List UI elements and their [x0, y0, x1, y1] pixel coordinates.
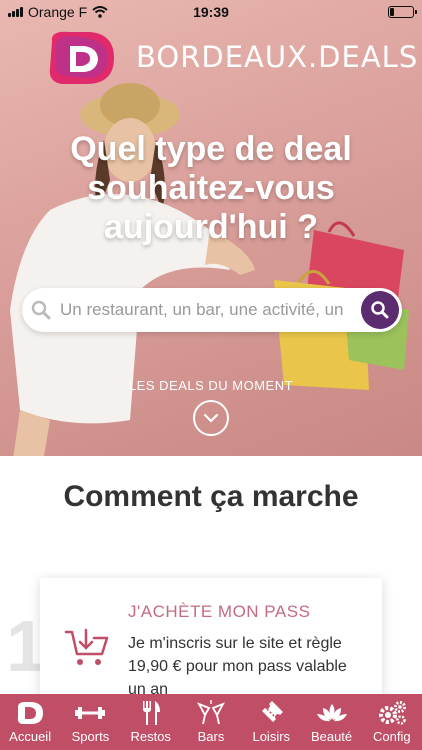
tab-label: Config	[373, 729, 411, 744]
bordeaux-deals-logo-icon	[49, 31, 114, 84]
wifi-icon	[92, 6, 108, 18]
tab-label: Loisirs	[252, 729, 291, 744]
search-submit-button[interactable]	[361, 291, 399, 329]
tab-label: Sports	[71, 729, 110, 744]
cutlery-icon	[136, 700, 166, 726]
cocktail-glasses-icon	[196, 700, 226, 726]
search-bar	[22, 288, 402, 332]
search-input[interactable]	[60, 300, 361, 320]
gears-icon	[377, 700, 407, 726]
signal-strength-icon	[8, 7, 23, 17]
deals-of-the-moment-label[interactable]: LES DEALS DU MOMENT	[0, 378, 422, 393]
scroll-down-button[interactable]	[193, 400, 229, 436]
magnifier-icon	[371, 301, 389, 319]
logo-text: BORDEAUX.DEALS	[136, 40, 419, 74]
hero-woman-illustration	[10, 83, 255, 456]
search-icon	[22, 300, 60, 320]
logo-icon	[15, 700, 45, 726]
tab-config[interactable]: Config	[362, 694, 422, 750]
bottom-tab-bar: Accueil Sports Restos Bars Loisirs Beaut…	[0, 694, 422, 750]
status-bar: Orange F 19:39	[0, 0, 422, 24]
hero-title: Quel type de deal souhaitez-vous aujourd…	[70, 130, 352, 246]
tab-loisirs[interactable]: Loisirs	[241, 694, 301, 750]
tab-bars[interactable]: Bars	[181, 694, 241, 750]
section-title: Comment ça marche	[63, 480, 359, 513]
hero-banner: BORDEAUX.DEALS Quel type de deal souhait…	[0, 0, 422, 456]
tab-accueil[interactable]: Accueil	[0, 694, 60, 750]
tab-restos[interactable]: Restos	[121, 694, 181, 750]
dumbbell-icon	[75, 700, 106, 726]
step-heading: J'ACHÈTE MON PASS	[128, 602, 311, 621]
tab-label: Bars	[197, 729, 225, 744]
step-description: Je m'inscris sur le site et règle 19,90 …	[128, 635, 347, 698]
tab-sports[interactable]: Sports	[60, 694, 120, 750]
carrier-name: Orange F	[28, 4, 88, 20]
chevron-down-icon	[203, 413, 219, 423]
tab-label: Beauté	[310, 729, 353, 744]
lotus-icon	[316, 700, 347, 726]
tab-label: Accueil	[9, 729, 52, 744]
cart-download-icon	[64, 628, 109, 665]
tab-label: Restos	[130, 729, 171, 744]
app-logo[interactable]: BORDEAUX.DEALS	[46, 28, 418, 86]
tab-beaute[interactable]: Beauté	[301, 694, 361, 750]
battery-icon	[388, 6, 417, 18]
ticket-icon	[256, 700, 286, 726]
